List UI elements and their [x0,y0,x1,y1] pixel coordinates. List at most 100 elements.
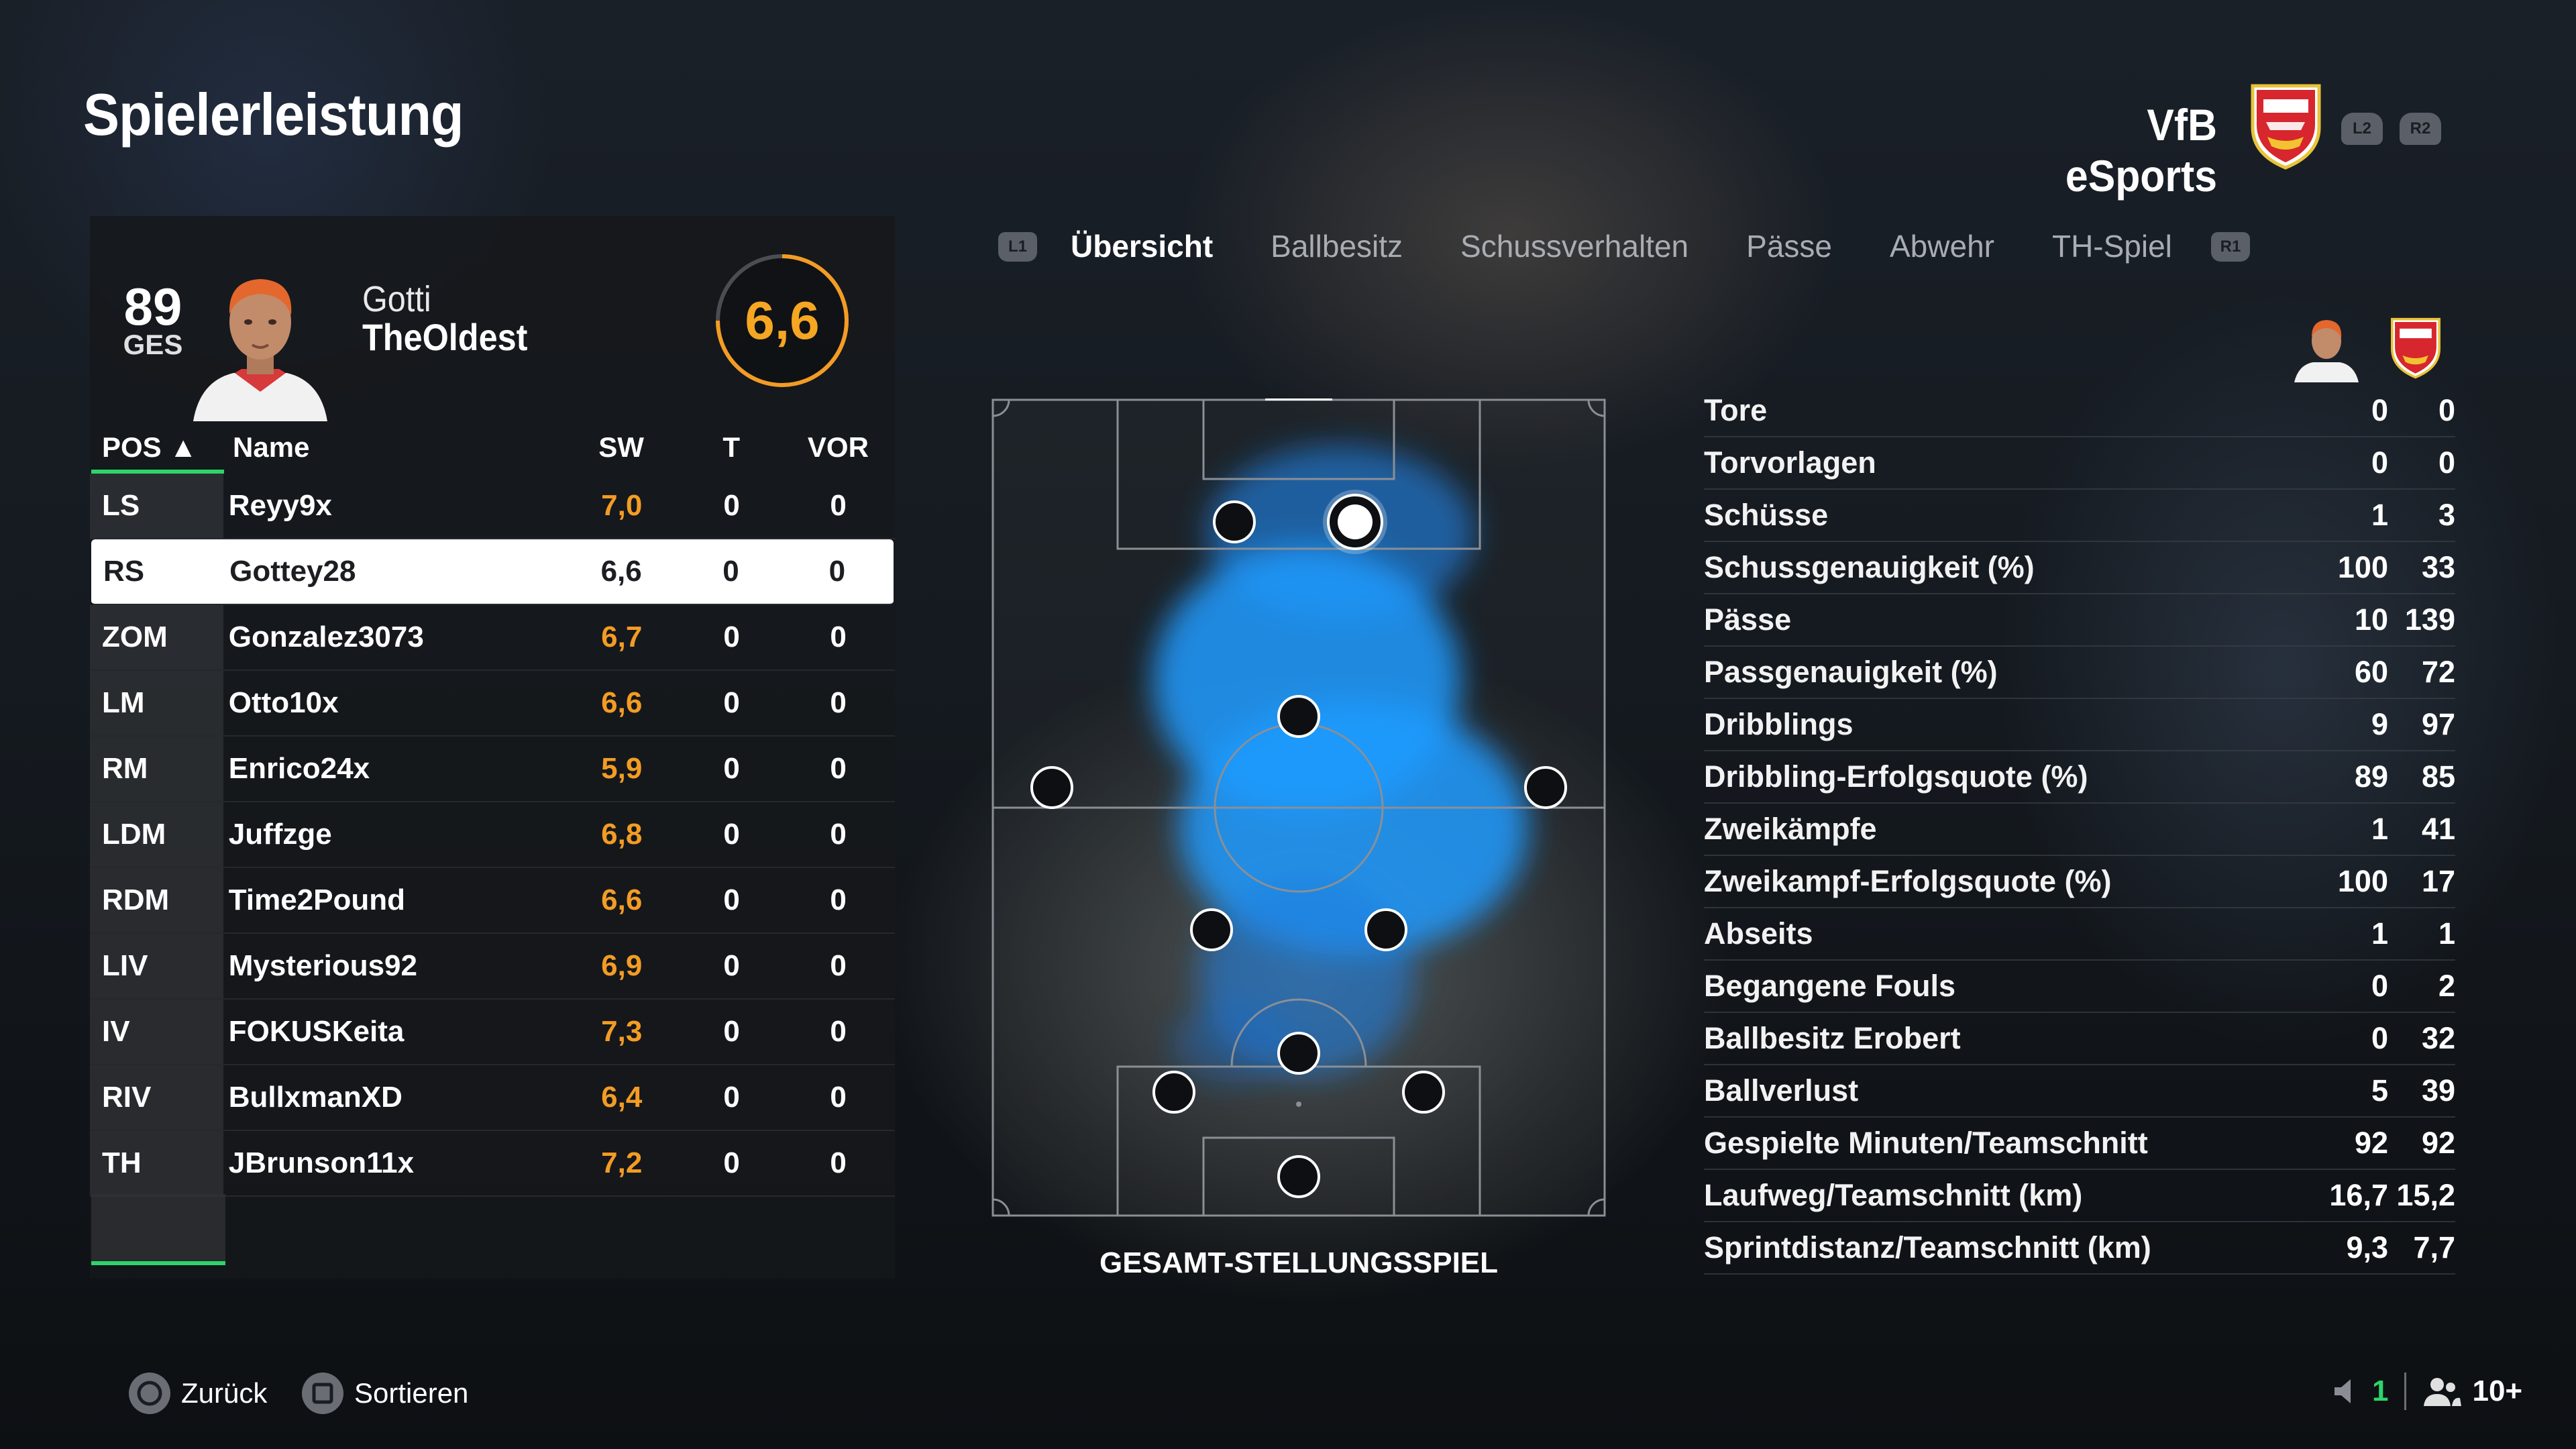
stat-row: Gespielte Minuten/Teamschnitt 92 92 [1704,1118,2455,1170]
table-row[interactable]: ZOM Gonzalez3073 6,7 0 0 [90,605,895,671]
table-row[interactable]: IV FOKUSKeita 7,3 0 0 [90,1000,895,1065]
r2-trigger-icon[interactable]: R2 [2400,113,2441,145]
assists-cell: 0 [830,686,847,719]
tab-ballbesitz[interactable]: Ballbesitz [1271,228,1403,264]
header-pos[interactable]: POS ▲ [90,431,227,464]
stat-label: Zweikämpfe [1704,812,1877,846]
stat-player-value: 0 [2371,393,2388,427]
goals-cell: 0 [723,1015,740,1048]
match-rating-value: 6,6 [745,290,820,350]
tab-paesse[interactable]: Pässe [1746,228,1832,264]
name-cell: Time2Pound [228,883,405,916]
stat-label: Ballverlust [1704,1073,1859,1108]
pitch-caption: GESAMT-STELLUNGSSPIEL [1099,1246,1499,1279]
tab-schussverhalten[interactable]: Schussverhalten [1460,228,1688,264]
stat-player-value: 5 [2371,1073,2388,1108]
assists-cell: 0 [830,621,847,653]
stat-team-value: 97 [2421,707,2455,741]
stat-row: Ballbesitz Erobert 0 32 [1704,1013,2455,1065]
name-cell: Gottey28 [229,555,356,588]
stat-player-value: 0 [2371,445,2388,480]
team-name: VfB eSports [2065,100,2217,201]
position-cell: RM [90,737,223,801]
player-dot-ls [1213,500,1256,543]
sort-button[interactable]: Sortieren [302,1373,468,1414]
position-cell: RIV [90,1065,223,1130]
player-dot-zom [1277,695,1320,738]
stat-player-value: 0 [2371,1021,2388,1055]
stat-player-value: 16,7 [2329,1178,2388,1212]
player-dot-rdm [1364,908,1407,951]
table-row[interactable]: LDM Juffzge 6,8 0 0 [90,802,895,868]
goals-cell: 0 [723,949,740,982]
table-row[interactable]: LM Otto10x 6,6 0 0 [90,671,895,737]
stat-row: Laufweg/Teamschnitt (km) 16,7 15,2 [1704,1170,2455,1222]
stat-row: Pässe 10 139 [1704,594,2455,647]
r1-bumper-icon[interactable]: R1 [2211,232,2250,262]
table-row[interactable]: LS Reyy9x 7,0 0 0 [90,474,895,539]
divider [2404,1373,2407,1410]
header-name[interactable]: Name [227,431,561,464]
tab-th-spiel[interactable]: TH-Spiel [2052,228,2172,264]
stat-player-value: 0 [2371,969,2388,1003]
table-row[interactable]: RS Gottey28 6,6 0 0 [91,539,894,605]
stat-label: Ballbesitz Erobert [1704,1021,1961,1055]
party-members-icon [2424,1378,2462,1406]
stat-team-value: 72 [2421,655,2455,689]
tab-uebersicht[interactable]: Übersicht [1071,228,1213,264]
stat-player-value: 1 [2371,812,2388,846]
l1-bumper-icon[interactable]: L1 [998,232,1037,262]
stat-team-value: 15,2 [2396,1178,2455,1212]
header-sw[interactable]: SW [561,431,682,464]
stat-label: Schüsse [1704,498,1829,532]
stat-team-value: 32 [2421,1021,2455,1055]
team-mini-crest-icon [2391,317,2440,379]
stat-player-value: 1 [2371,498,2388,532]
player-dot-liv [1152,1071,1195,1114]
name-cell: FOKUSKeita [228,1015,405,1048]
table-row[interactable]: RM Enrico24x 5,9 0 0 [90,737,895,802]
stat-label: Torvorlagen [1704,445,1876,480]
goals-cell: 0 [723,489,740,522]
tab-abwehr[interactable]: Abwehr [1890,228,1994,264]
table-row[interactable]: TH JBrunson11x 7,2 0 0 [90,1131,895,1197]
rating-cell: 6,6 [601,883,643,916]
stat-player-value: 92 [2354,1126,2388,1160]
table-row[interactable]: RIV BullxmanXD 6,4 0 0 [90,1065,895,1131]
stat-row: Abseits 1 1 [1704,908,2455,961]
stat-row: Ballverlust 5 39 [1704,1065,2455,1118]
table-row[interactable]: RDM Time2Pound 6,6 0 0 [90,868,895,934]
table-header: POS ▲ Name SW T VOR [90,421,895,474]
positioning-heatmap [991,398,1606,1217]
player-dot-iv [1277,1032,1320,1075]
stat-team-value: 39 [2421,1073,2455,1108]
name-cell: JBrunson11x [228,1146,415,1179]
stat-player-value: 60 [2354,655,2388,689]
party-status: 1 10+ [2330,1373,2522,1410]
l2-trigger-icon[interactable]: L2 [2341,113,2383,145]
stat-team-value: 33 [2421,550,2455,584]
stat-team-value: 2 [2438,969,2455,1003]
stat-team-value: 0 [2438,445,2455,480]
stat-label: Abseits [1704,916,1813,951]
circle-button-icon [129,1373,170,1414]
header-t[interactable]: T [682,431,782,464]
overall-label: GES [123,329,183,360]
stat-row: Zweikämpfe 1 41 [1704,804,2455,856]
stat-team-value: 3 [2438,498,2455,532]
voice-count: 1 [2372,1375,2389,1407]
stat-row: Dribbling-Erfolgsquote (%) 89 85 [1704,751,2455,804]
table-row[interactable]: LIV Mysterious92 6,9 0 0 [90,934,895,1000]
player-dot-lm [1030,766,1073,809]
goals-cell: 0 [723,752,740,785]
header-vor[interactable]: VOR [782,431,895,464]
assists-cell: 0 [830,1081,847,1114]
assists-cell: 0 [830,1146,847,1179]
stats-tabs: Übersicht Ballbesitz Schussverhalten Päs… [1071,228,2172,264]
back-button[interactable]: Zurück [129,1373,267,1414]
rating-cell: 7,0 [601,489,643,522]
stat-row: Schussgenauigkeit (%) 100 33 [1704,542,2455,594]
speaker-icon [2334,1379,2351,1403]
position-cell: TH [90,1131,223,1195]
square-button-icon [302,1373,343,1414]
